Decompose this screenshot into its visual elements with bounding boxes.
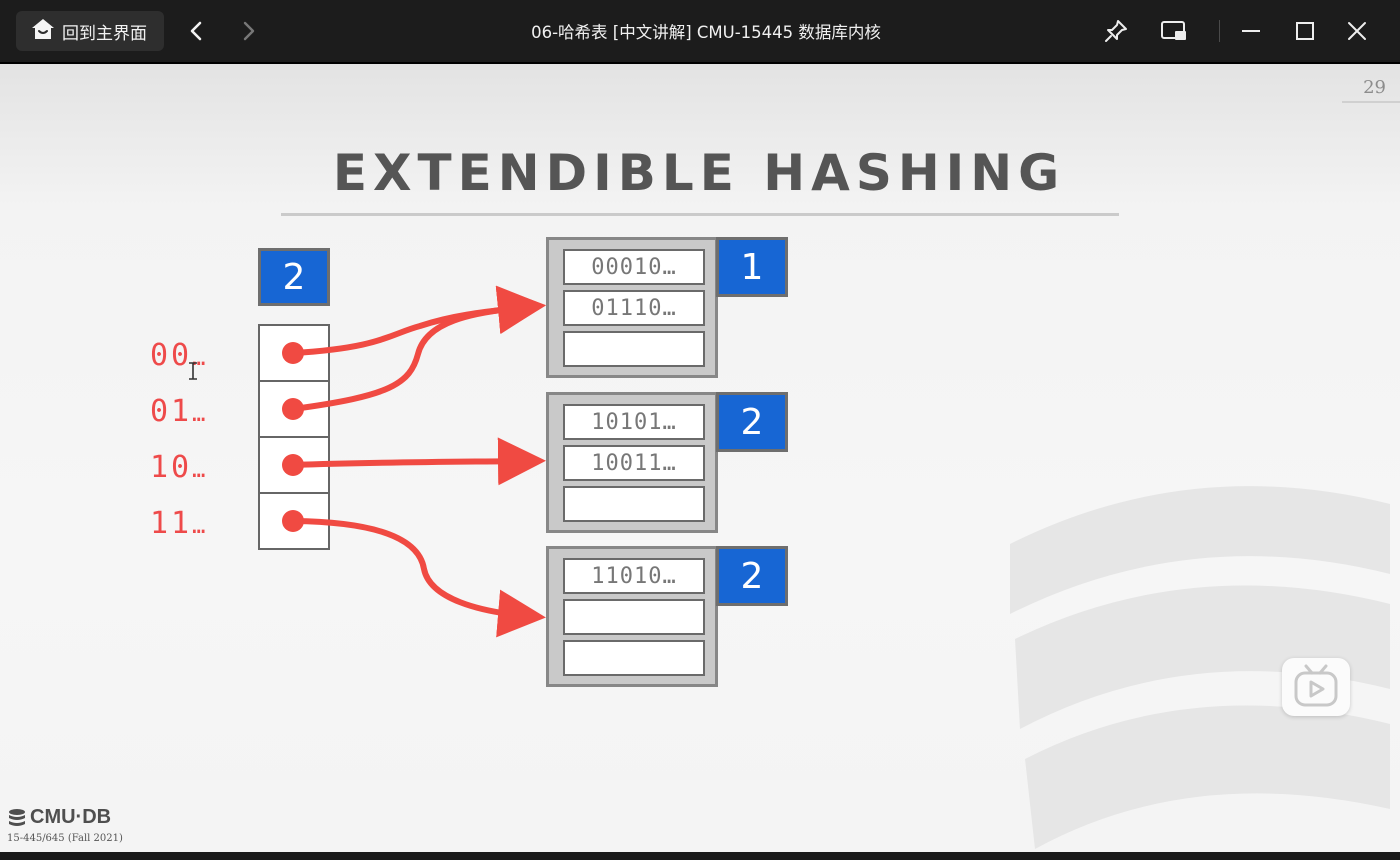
maximize-icon bbox=[1296, 22, 1314, 40]
prefix-ellipsis: … bbox=[192, 514, 206, 539]
bucket-entry bbox=[563, 640, 705, 676]
cmu-db-logo-text: CMU·DB bbox=[30, 806, 112, 828]
bucket-entry bbox=[563, 486, 705, 522]
directory-slot bbox=[260, 494, 328, 550]
prefix-label-10: 10… bbox=[150, 450, 230, 485]
pin-icon bbox=[1105, 20, 1127, 42]
text-cursor-icon bbox=[189, 362, 197, 380]
back-button[interactable] bbox=[182, 17, 210, 45]
local-depth-box: 1 bbox=[716, 237, 788, 297]
page-number-underline bbox=[1342, 101, 1400, 103]
cmu-db-footer: CMU·DB 15-445/645 (Fall 2021) bbox=[7, 806, 123, 844]
title-divider bbox=[281, 213, 1119, 216]
global-depth-box: 2 bbox=[258, 248, 330, 306]
course-label: 15-445/645 (Fall 2021) bbox=[7, 833, 123, 844]
picture-in-picture-icon bbox=[1161, 21, 1186, 40]
bucket-entry: 00010… bbox=[563, 249, 705, 285]
tv-play-icon bbox=[1294, 664, 1338, 707]
prefix-bits: 00 bbox=[150, 338, 193, 373]
prefix-label-11: 11… bbox=[150, 506, 230, 541]
bucket-entry bbox=[563, 331, 705, 367]
close-icon bbox=[1348, 22, 1366, 40]
bucket-entry bbox=[563, 599, 705, 635]
pin-button[interactable] bbox=[1101, 16, 1131, 46]
slide-title: EXTENDIBLE HASHING bbox=[332, 144, 1066, 202]
home-icon bbox=[31, 18, 55, 44]
prefix-bits: 11 bbox=[150, 506, 193, 541]
bucket-entry: 10101… bbox=[563, 404, 705, 440]
minimize-icon bbox=[1242, 30, 1260, 32]
minimize-button[interactable] bbox=[1236, 16, 1266, 46]
directory-slot bbox=[260, 382, 328, 438]
prefix-bits: 01 bbox=[150, 394, 193, 429]
prefix-ellipsis: … bbox=[192, 458, 206, 483]
local-depth-box: 2 bbox=[716, 546, 788, 606]
local-depth-box: 2 bbox=[716, 392, 788, 452]
forward-button[interactable] bbox=[235, 17, 263, 45]
prefix-bits: 10 bbox=[150, 450, 193, 485]
maximize-button[interactable] bbox=[1290, 16, 1320, 46]
video-bottom-edge bbox=[0, 852, 1400, 860]
prefix-ellipsis: … bbox=[192, 402, 206, 427]
bucket-1: 00010… 01110… bbox=[546, 237, 718, 378]
window-title: 06-哈希表 [中文讲解] CMU-15445 数据库内核 bbox=[531, 23, 881, 42]
home-button-label: 回到主界面 bbox=[62, 23, 147, 44]
cmu-db-logo: CMU·DB bbox=[7, 806, 123, 829]
chevron-right-icon bbox=[243, 21, 255, 41]
title-bar-separator bbox=[1219, 20, 1220, 42]
home-button[interactable]: 回到主界面 bbox=[16, 11, 164, 51]
bucket-entry: 01110… bbox=[563, 290, 705, 326]
database-icon bbox=[9, 808, 25, 826]
directory-array bbox=[258, 324, 330, 550]
video-frame-slide[interactable]: 29 EXTENDIBLE HASHING 2 00… 01… 10… 11… … bbox=[0, 64, 1400, 852]
window-title-bar: 回到主界面 06-哈希表 [中文讲解] CMU-15445 数据库内核 bbox=[0, 0, 1400, 62]
chevron-left-icon bbox=[190, 21, 202, 41]
slide-page-number: 29 bbox=[1363, 77, 1386, 98]
prefix-label-01: 01… bbox=[150, 394, 230, 429]
directory-slot bbox=[260, 326, 328, 382]
bucket-entry: 11010… bbox=[563, 558, 705, 594]
mini-window-button[interactable] bbox=[1159, 16, 1189, 46]
bucket-2: 10101… 10011… bbox=[546, 392, 718, 533]
bucket-entry: 10011… bbox=[563, 445, 705, 481]
bilibili-play-button[interactable] bbox=[1282, 658, 1350, 716]
bucket-3: 11010… bbox=[546, 546, 718, 687]
directory-slot bbox=[260, 438, 328, 494]
close-button[interactable] bbox=[1342, 16, 1372, 46]
